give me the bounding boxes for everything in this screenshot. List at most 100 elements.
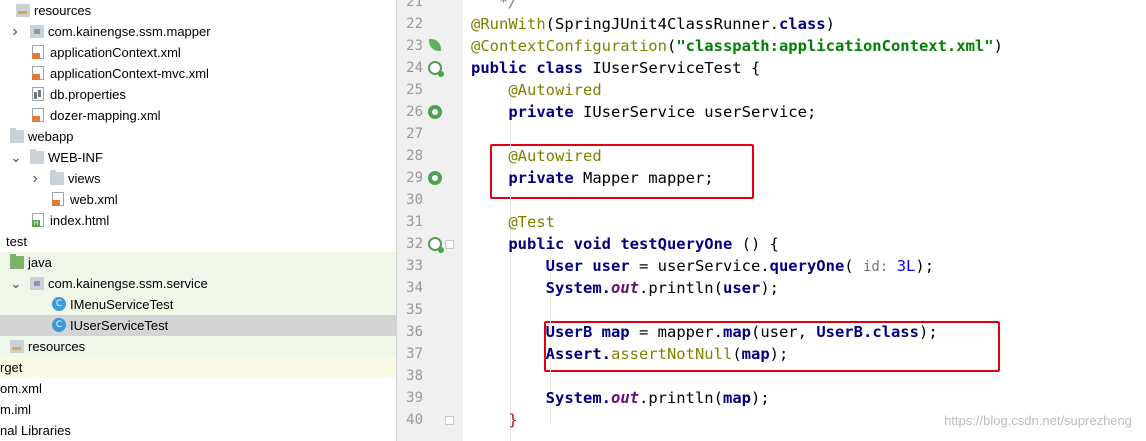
code-line[interactable]: } [471,409,517,431]
code-token: Mapper mapper; [582,169,714,187]
code-line[interactable]: Assert.assertNotNull(map); [471,343,789,365]
tree-item-label: resources [34,3,92,18]
tree-item-label: java [28,255,52,270]
code-token: map [741,345,770,363]
line-number: 36 [406,324,423,340]
code-line[interactable]: public class IUserServiceTest { [471,57,760,79]
code-line[interactable]: @ContextConfiguration("classpath:applica… [471,35,1003,57]
chevron-right-icon[interactable]: › [10,21,20,42]
run-test-icon[interactable] [428,237,444,253]
project-tree: resources › com.kainengse.ssm.mapper applic… [0,0,396,441]
code-token: class [872,323,919,341]
code-line[interactable]: @Autowired [471,79,601,101]
tree-item[interactable]: nal Libraries [0,420,396,441]
tree-item-label: WEB-INF [48,150,103,165]
code-token: ) [993,37,1003,55]
watermark-text: https://blog.csdn.net/suprezheng [944,413,1132,428]
run-test-icon[interactable] [428,61,444,77]
code-token: User [545,257,593,275]
autowired-bean-icon[interactable] [428,105,442,119]
tree-item[interactable]: java [0,252,396,273]
tree-item-label: nal Libraries [0,423,71,438]
code-token: ); [915,257,935,275]
tree-item[interactable]: web.xml [0,189,396,210]
tree-item[interactable]: db.properties [0,84,396,105]
code-token: "classpath:applicationContext.xml" [676,37,994,55]
package-icon [30,25,44,38]
code-line[interactable]: public void testQueryOne () { [471,233,779,255]
tree-item[interactable]: › com.kainengse.ssm.mapper [0,21,396,42]
code-line[interactable]: @Autowired [471,145,601,167]
tree-item[interactable]: m.iml [0,399,396,420]
code-token: public class [471,59,593,77]
tree-item[interactable]: ⌄ WEB-INF [0,147,396,168]
code-token: ) [825,15,835,33]
line-number: 22 [406,16,423,32]
code-token: IUserService userService; [582,103,817,121]
tree-item[interactable]: applicationContext-mvc.xml [0,63,396,84]
code-token: @Test [508,213,555,231]
properties-file-icon [32,87,44,101]
tree-item[interactable]: index.html [0,210,396,231]
tree-item[interactable]: resources [0,336,396,357]
tree-item[interactable]: › views [0,168,396,189]
chevron-down-icon[interactable]: ⌄ [10,273,22,294]
line-number: 30 [406,192,423,208]
chevron-down-icon[interactable]: ⌄ [10,147,22,168]
tree-item[interactable]: C IUserServiceTest [0,315,396,336]
tree-item[interactable]: C IMenuServiceTest [0,294,396,315]
line-number: 27 [406,126,423,142]
tree-item[interactable]: dozer-mapping.xml [0,105,396,126]
fold-marker-icon[interactable] [445,416,454,425]
xml-file-icon [52,192,64,206]
tree-item[interactable]: resources [0,0,396,21]
tree-item[interactable]: test [0,231,396,252]
line-number: 25 [406,82,423,98]
tree-item[interactable]: applicationContext.xml [0,42,396,63]
code-token: ); [760,279,779,297]
code-token: map [722,389,751,407]
tree-item-label: applicationContext.xml [50,45,181,60]
code-token: private [508,103,583,121]
code-token: = mapper. [629,323,723,341]
tree-item[interactable]: rget [0,357,396,378]
code-line[interactable]: System.out.println(user); [471,277,779,299]
code-token: (SpringJUnit4ClassRunner. [545,15,779,33]
code-token: user [592,257,630,275]
chevron-right-icon[interactable]: › [30,168,40,189]
tree-item[interactable]: webapp [0,126,396,147]
code-line[interactable]: UserB map = mapper.map(user, UserB.class… [471,321,938,343]
xml-file-icon [32,108,44,122]
code-editor[interactable]: */@RunWith(SpringJUnit4ClassRunner.class… [463,0,1146,441]
fold-marker-icon[interactable] [445,240,454,249]
autowired-bean-icon[interactable] [428,171,442,185]
code-line[interactable]: private IUserService userService; [471,101,816,123]
tree-item-label: om.xml [0,381,42,396]
code-line[interactable]: */ [471,0,518,13]
tree-item[interactable]: om.xml [0,378,396,399]
spring-leaf-icon[interactable] [429,39,441,51]
tree-item[interactable]: ⌄ com.kainengse.ssm.service [0,273,396,294]
code-token: ); [750,389,770,407]
code-line[interactable]: User user = userService.queryOne( id: 3L… [471,255,934,277]
code-line[interactable]: private Mapper mapper; [471,167,714,189]
tree-item-label: IMenuServiceTest [70,297,174,312]
code-token: 3L [896,257,916,275]
code-line[interactable]: @RunWith(SpringJUnit4ClassRunner.class) [471,13,835,35]
code-line[interactable]: @Test [471,211,555,233]
tree-item-label: test [6,234,27,249]
code-line[interactable]: System.out.println(map); [471,387,770,409]
line-number: 40 [406,412,423,428]
code-token: testQueryOne [620,235,733,253]
code-token: UserB. [816,323,873,341]
test-source-folder-icon [10,254,24,269]
line-number: 38 [406,368,423,384]
code-token: ); [769,345,789,363]
